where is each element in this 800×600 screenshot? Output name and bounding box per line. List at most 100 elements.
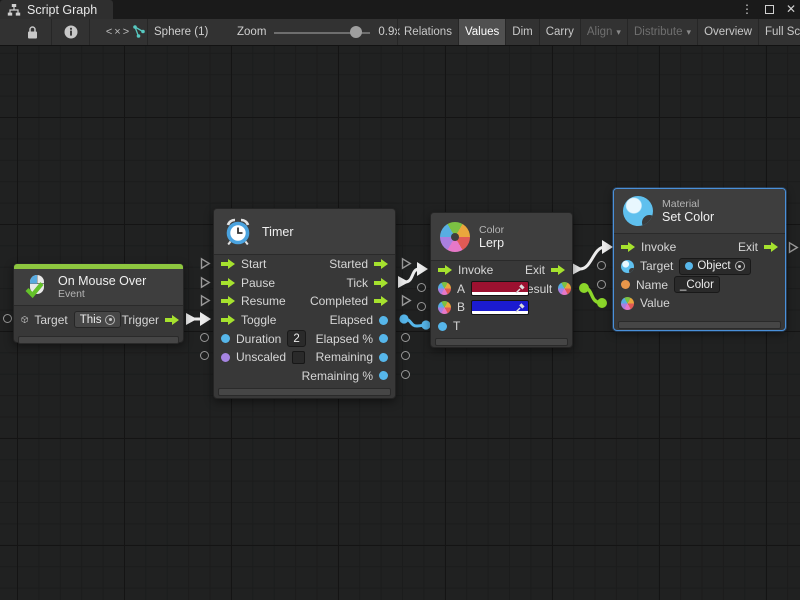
wire-elapsed-to-t[interactable] <box>399 314 430 329</box>
float-out-port[interactable] <box>379 316 388 325</box>
flow-out-port[interactable] <box>165 315 179 325</box>
menu-icon[interactable]: ⋮ <box>741 0 753 19</box>
flow-in-port[interactable] <box>621 242 635 252</box>
node-footer <box>435 338 568 346</box>
float-out-port[interactable] <box>379 334 388 343</box>
wire-exit-to-invoke[interactable] <box>572 240 613 275</box>
object-picker-icon[interactable] <box>735 261 745 271</box>
port-circle[interactable] <box>417 283 426 292</box>
color-in-port[interactable] <box>438 301 451 314</box>
bool-in-port[interactable] <box>221 353 230 362</box>
node-footer <box>618 321 781 329</box>
button-label: Relations <box>404 26 452 38</box>
port-circle[interactable] <box>200 351 209 360</box>
node-timer[interactable]: Timer Start Started Pause Tick <box>213 208 396 399</box>
lock-icon <box>27 26 38 39</box>
port-circle[interactable] <box>401 351 410 360</box>
node-color-lerp[interactable]: Color Lerp Invoke Exit A Result <box>430 212 573 348</box>
flow-out-port[interactable] <box>374 296 388 306</box>
graph-toolbar: <×> Sphere (1) Zoom 0.9x Relations Value… <box>0 19 800 46</box>
gameobject-cube-icon <box>21 313 28 326</box>
flow-out-port[interactable] <box>374 278 388 288</box>
port-label: Toggle <box>241 313 276 327</box>
float-out-port[interactable] <box>379 353 388 362</box>
values-button[interactable]: Values <box>459 19 506 45</box>
port-triangle[interactable] <box>788 241 799 254</box>
port-label: T <box>453 319 460 333</box>
port-circle[interactable] <box>3 314 12 323</box>
node-header[interactable]: Color Lerp <box>431 213 572 261</box>
button-label: Distribute <box>634 26 683 38</box>
port-circle[interactable] <box>597 261 606 270</box>
eyedropper-icon[interactable] <box>513 301 527 313</box>
color-a-swatch[interactable] <box>471 281 529 296</box>
flow-in-port[interactable] <box>438 265 452 275</box>
port-triangle[interactable] <box>200 257 211 270</box>
tab-script-graph[interactable]: Script Graph <box>0 0 113 19</box>
node-set-color[interactable]: Material Set Color Invoke Exit Target <box>613 188 786 331</box>
overview-button[interactable]: Overview <box>698 19 759 45</box>
flow-in-port[interactable] <box>221 259 235 269</box>
port-triangle[interactable] <box>200 276 211 289</box>
carry-button[interactable]: Carry <box>540 19 581 45</box>
graph-canvas[interactable]: On Mouse Over Event Target This Trigge <box>0 46 800 600</box>
port-circle[interactable] <box>417 302 426 311</box>
color-in-port[interactable] <box>438 282 451 295</box>
port-triangle[interactable] <box>200 294 211 307</box>
node-header[interactable]: Material Set Color <box>614 189 785 234</box>
color-out-port[interactable] <box>558 282 571 295</box>
lock-button[interactable] <box>14 19 52 45</box>
target-value-field[interactable]: This <box>74 311 122 328</box>
port-label: Remaining % <box>302 369 373 383</box>
object-picker-icon[interactable] <box>105 315 115 325</box>
duration-field[interactable]: 2 <box>287 330 305 347</box>
color-in-port[interactable] <box>621 297 634 310</box>
port-circle[interactable] <box>401 370 410 379</box>
timer-row: Duration 2 Elapsed % <box>214 329 395 348</box>
color-b-swatch[interactable] <box>471 300 529 315</box>
flow-out-port[interactable] <box>764 242 778 252</box>
relations-button[interactable]: Relations <box>398 19 459 45</box>
flow-in-port[interactable] <box>221 296 235 306</box>
float-in-port[interactable] <box>438 322 447 331</box>
flow-in-port[interactable] <box>221 278 235 288</box>
zoom-slider[interactable] <box>274 19 370 45</box>
node-header[interactable]: On Mouse Over Event <box>14 269 183 306</box>
name-field[interactable]: _Color <box>674 276 720 293</box>
node-header[interactable]: Timer <box>214 209 395 255</box>
setcolor-row-name: Name _Color <box>614 275 785 294</box>
material-icon <box>623 196 653 226</box>
align-button[interactable]: Align ▾ <box>581 19 628 45</box>
distribute-button[interactable]: Distribute ▾ <box>628 19 698 45</box>
eyedropper-icon[interactable] <box>513 282 527 294</box>
node-on-mouse-over[interactable]: On Mouse Over Event Target This Trigge <box>13 263 184 343</box>
maximize-icon[interactable] <box>765 5 774 14</box>
port-triangle[interactable] <box>401 257 412 270</box>
port-label: Value <box>640 296 670 310</box>
target-object-field[interactable]: Object <box>679 258 750 275</box>
flow-out-port[interactable] <box>551 265 565 275</box>
close-icon[interactable]: ✕ <box>786 0 796 19</box>
zoom-slider-handle[interactable] <box>350 26 362 38</box>
port-triangle[interactable] <box>401 294 412 307</box>
port-circle[interactable] <box>401 333 410 342</box>
flow-out-port[interactable] <box>374 259 388 269</box>
float-out-port[interactable] <box>379 371 388 380</box>
info-button[interactable] <box>52 19 90 45</box>
button-label: Carry <box>546 26 574 38</box>
timer-row: Resume Completed <box>214 292 395 311</box>
port-circle[interactable] <box>200 333 209 342</box>
material-in-port[interactable] <box>621 260 634 273</box>
flow-in-port[interactable] <box>221 315 235 325</box>
float-in-port[interactable] <box>221 334 230 343</box>
timer-row: Unscaled Remaining <box>214 348 395 367</box>
string-in-port[interactable] <box>621 280 630 289</box>
port-label: Pause <box>241 276 275 290</box>
unscaled-checkbox[interactable] <box>292 351 305 364</box>
dim-button[interactable]: Dim <box>506 19 539 45</box>
port-circle[interactable] <box>597 280 606 289</box>
lerp-row-invoke: Invoke Exit <box>431 261 572 280</box>
full-screen-button[interactable]: Full Screen <box>759 19 800 45</box>
object-dot-icon <box>685 262 693 270</box>
wire-trigger-to-toggle[interactable] <box>186 312 211 326</box>
